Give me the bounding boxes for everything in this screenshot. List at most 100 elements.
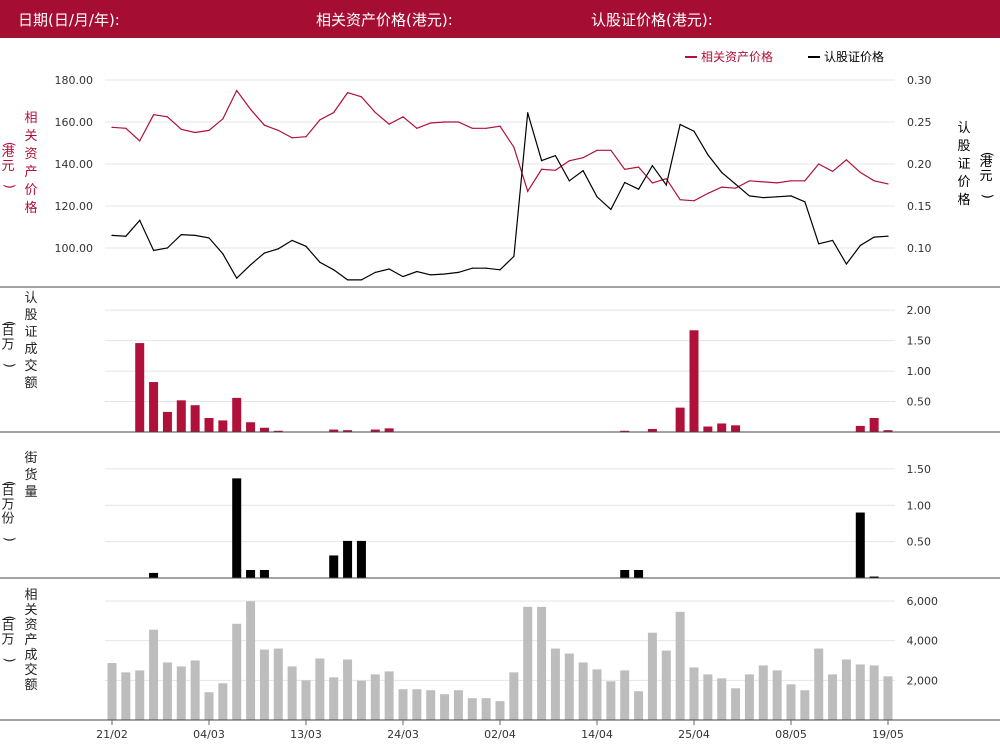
bar [647, 632, 657, 720]
warrant-price-point [873, 236, 875, 238]
warrant-price-point [776, 196, 778, 198]
bar [273, 648, 283, 720]
y-tick-label: 0.50 [907, 536, 932, 549]
asset-price-point [776, 182, 778, 184]
warrant-price-point [152, 249, 155, 252]
y-tick-label: 0.10 [907, 242, 932, 255]
bar [481, 698, 491, 720]
asset-price-point [651, 182, 654, 184]
asset-price-point [319, 119, 321, 121]
bar [246, 601, 256, 720]
asset-price-point [222, 118, 224, 120]
asset-price-axis: 100.00 120.00 140.00 160.00 180.00 [55, 74, 94, 255]
y-tick-label: 1.50 [907, 335, 932, 348]
y-tick-label: 2,000 [907, 674, 939, 687]
asset-price-point [208, 129, 210, 131]
asset-price-point [887, 183, 889, 185]
axis-unit-text: (百万份) [1, 481, 16, 542]
warrant-turnover-axis-title: 认股证成交额 (百万) [1, 291, 37, 391]
outstanding-axis-title: 街货量 (百万份) [1, 451, 37, 542]
warrant-price-point [804, 201, 806, 203]
y-tick-label: 4,000 [907, 635, 939, 648]
asset-price-point [194, 131, 196, 134]
asset-price-point [762, 181, 764, 183]
asset-price-point [596, 149, 598, 151]
warrant-price-point [180, 233, 182, 236]
warrant-price-point [388, 268, 390, 270]
warrant-price-point [887, 235, 889, 237]
warrant-price-point [568, 180, 570, 182]
bar [440, 694, 450, 720]
warrant-price-point [693, 130, 695, 132]
bar [786, 684, 796, 720]
asset-turnover-axis-title: 相关资产成交额 (百万) [1, 588, 37, 693]
asset-price-point [610, 149, 612, 151]
y-tick-label: 140.00 [55, 158, 94, 171]
warrant-price-point [845, 263, 848, 265]
x-axis: 21/02 04/03 13/03 24/03 02/04 14/04 25/04 08/05… [96, 720, 904, 741]
asset-turnover-grid: 2,000 4,000 6,000 [105, 595, 938, 687]
y-tick-label: 0.25 [907, 116, 932, 129]
asset-price-point [818, 163, 820, 165]
bar [232, 623, 242, 720]
warrant-price-point [125, 235, 127, 237]
asset-price-point [790, 180, 792, 182]
bar [537, 606, 547, 720]
bar [620, 670, 630, 720]
asset-price-point [471, 127, 473, 129]
warrant-price-point [624, 181, 626, 184]
bar [162, 411, 172, 432]
asset-price-point [125, 127, 127, 129]
y-tick-label: 1.00 [907, 499, 932, 512]
warrant-price-point [790, 195, 792, 197]
bar [218, 683, 228, 720]
asset-price-point [637, 166, 640, 168]
x-tick-label: 25/04 [678, 728, 710, 741]
bar [550, 648, 560, 720]
bar [204, 692, 214, 720]
bar [703, 674, 713, 720]
asset-price-point [346, 92, 349, 94]
asset-price-point [748, 180, 751, 182]
price-grid [105, 79, 895, 249]
warrant-price-point [499, 269, 501, 271]
warrant-price-point [374, 271, 376, 273]
price-lines [111, 89, 889, 281]
axis-unit-text: (港元) [1, 142, 16, 189]
warrant-price-point [485, 267, 487, 269]
bar [606, 681, 616, 720]
warrant-price-line [111, 112, 889, 281]
warrant-price-point [139, 219, 141, 221]
asset-price-point [305, 136, 307, 138]
asset-price-point [360, 96, 363, 98]
warrant-price-point [263, 252, 266, 254]
asset-price-point [139, 140, 141, 142]
warrant-price-point [360, 279, 363, 281]
asset-price-point [180, 128, 182, 130]
asset-price-point [845, 159, 848, 161]
bar [329, 677, 339, 720]
bar [467, 698, 477, 720]
x-tick-label: 19/05 [872, 728, 904, 741]
warrant-price-point [346, 279, 349, 281]
bar [149, 382, 159, 432]
bar [828, 674, 838, 720]
asset-price-point [859, 171, 861, 173]
x-tick-label: 21/02 [96, 728, 128, 741]
x-tick-label: 04/03 [193, 728, 225, 741]
warrant-price-point [859, 244, 861, 247]
bar [731, 688, 741, 720]
bar [634, 570, 644, 578]
warrant-price-point [457, 271, 460, 273]
warrant-price-point [721, 171, 723, 173]
bar [301, 680, 311, 720]
outstanding-grid: 0.50 1.00 1.50 [105, 463, 931, 549]
asset-price-point [513, 146, 515, 148]
warrant-price-point [194, 234, 196, 236]
bar [717, 423, 727, 432]
warrant-price-point [291, 239, 293, 242]
warrant-price-axis: 0.10 0.15 0.20 0.25 0.30 [907, 74, 932, 255]
asset-price-point [804, 180, 806, 182]
asset-price-point [166, 116, 169, 118]
bar [398, 689, 408, 720]
